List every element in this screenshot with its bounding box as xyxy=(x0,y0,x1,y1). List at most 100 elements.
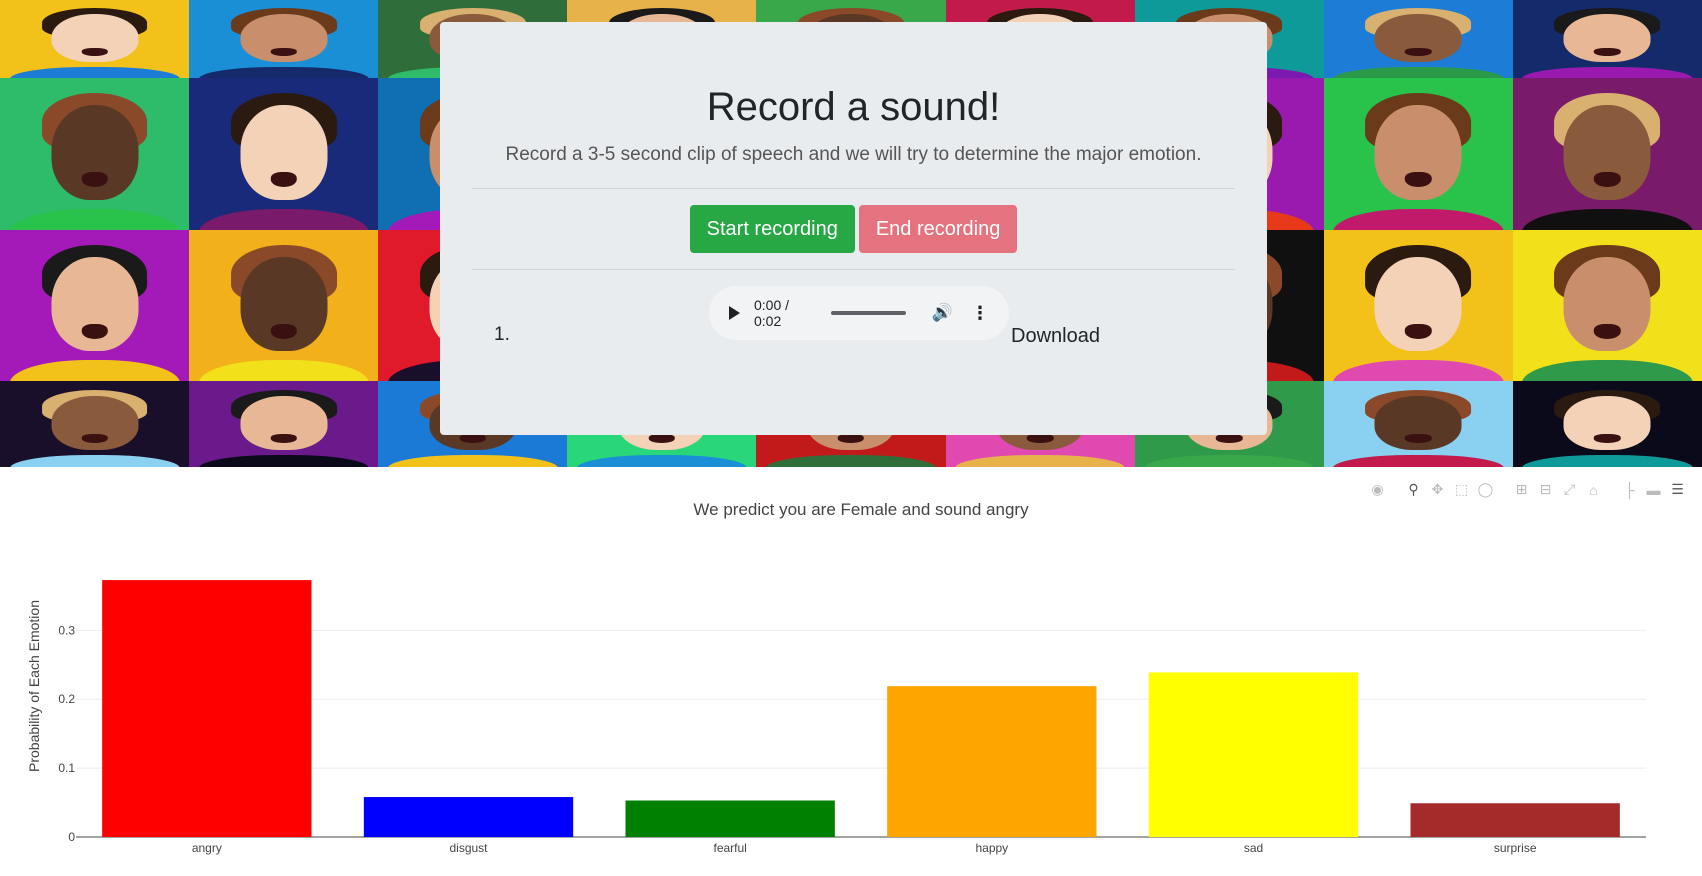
home-icon[interactable]: ⌂ xyxy=(1585,481,1602,498)
photo-mouth xyxy=(1594,434,1621,443)
pan-icon[interactable]: ✥ xyxy=(1429,481,1446,498)
photo-shoulders xyxy=(198,208,369,230)
photo-mouth xyxy=(81,48,108,57)
recording-controls: Start recording End recording xyxy=(472,205,1235,253)
bar-sad[interactable] xyxy=(1148,672,1359,837)
mosaic-photo xyxy=(1323,381,1513,467)
photo-shoulders xyxy=(387,454,558,467)
x-tick-labels: angry disgust fearful happy sad surprise xyxy=(192,841,1537,855)
y-tick-label: 0.3 xyxy=(58,623,75,637)
photo-shoulders xyxy=(9,208,180,230)
photo-mouth xyxy=(837,434,865,443)
bars xyxy=(102,580,1620,837)
x-tick-label-disgust: disgust xyxy=(449,841,488,855)
x-tick-label-surprise: surprise xyxy=(1494,841,1537,855)
photo-shoulders xyxy=(1144,454,1315,467)
download-link[interactable]: Download xyxy=(1011,325,1100,348)
photo-mouth xyxy=(1405,48,1432,57)
photo-shoulders xyxy=(198,359,369,381)
volume-icon[interactable]: 🔊 xyxy=(932,303,953,323)
y-tick-label: 0 xyxy=(68,830,75,844)
y-axis-label: Probability of Each Emotion xyxy=(26,600,42,772)
bar-surprise[interactable] xyxy=(1410,803,1620,837)
mosaic-photo xyxy=(1512,78,1702,230)
photo-shoulders xyxy=(1333,67,1504,78)
photo-mouth xyxy=(270,434,297,443)
recordings-list: 1. 0:00 / 0:02 🔊 ⋮ Download xyxy=(472,270,1235,350)
x-tick-label-sad: sad xyxy=(1244,841,1263,855)
bar-chart: We predict you are Female and sound angr… xyxy=(26,500,1646,855)
mosaic-photo xyxy=(189,0,379,78)
audio-player[interactable]: 0:00 / 0:02 🔊 ⋮ xyxy=(709,286,1009,340)
mosaic-photo xyxy=(189,78,379,230)
mosaic-photo xyxy=(1323,78,1513,230)
start-recording-button[interactable]: Start recording xyxy=(689,205,855,253)
photo-mouth xyxy=(459,434,486,443)
photo-mouth xyxy=(270,48,297,57)
hover-compare-icon[interactable]: ☰ xyxy=(1669,481,1686,498)
photo-shoulders xyxy=(1333,359,1504,381)
bar-disgust[interactable] xyxy=(363,797,574,837)
mosaic-photo xyxy=(0,230,190,381)
photo-shoulders xyxy=(576,454,747,467)
hover-closest-icon[interactable]: ▬ xyxy=(1645,481,1662,498)
y-tick-label: 0.2 xyxy=(58,692,75,706)
zoom-in-icon[interactable]: ⊞ xyxy=(1513,481,1530,498)
spike-lines-icon[interactable]: ├ xyxy=(1621,481,1638,498)
chart-modebar: ◉ ⚲ ✥ ⬚ ◯ ⊞ ⊟ ⤢ ⌂ ├ ▬ ☰ xyxy=(1369,481,1686,498)
play-icon[interactable] xyxy=(729,306,740,320)
y-tick-label: 0.1 xyxy=(58,761,75,775)
x-tick-label-happy: happy xyxy=(975,841,1008,855)
photo-shoulders xyxy=(198,454,369,467)
bar-angry[interactable] xyxy=(102,580,312,837)
bar-happy[interactable] xyxy=(887,686,1097,837)
x-tick-label-fearful: fearful xyxy=(713,841,746,855)
y-tick-labels: 0 0.1 0.2 0.3 xyxy=(58,623,75,844)
camera-icon[interactable]: ◉ xyxy=(1369,481,1386,498)
photo-mouth xyxy=(1594,48,1621,57)
mosaic-photo xyxy=(1512,0,1702,78)
mosaic-photo xyxy=(0,381,190,467)
autoscale-icon[interactable]: ⤢ xyxy=(1561,481,1578,498)
mosaic-photo xyxy=(1512,381,1702,467)
photo-mouth xyxy=(1026,434,1054,443)
bar-fearful[interactable] xyxy=(625,800,835,837)
chart-title: We predict you are Female and sound angr… xyxy=(693,500,1029,519)
photo-shoulders xyxy=(1333,208,1504,230)
zoom-out-icon[interactable]: ⊟ xyxy=(1537,481,1554,498)
photo-shoulders xyxy=(9,67,180,78)
photo-mouth xyxy=(81,434,108,443)
photo-shoulders xyxy=(765,454,937,467)
photo-mouth xyxy=(1215,434,1243,443)
record-card: Record a sound! Record a 3-5 second clip… xyxy=(440,22,1267,435)
mosaic-photo xyxy=(189,381,379,467)
photo-shoulders xyxy=(1522,208,1693,230)
mosaic-photo xyxy=(189,230,379,381)
end-recording-button[interactable]: End recording xyxy=(858,205,1018,253)
x-tick-label-angry: angry xyxy=(192,841,222,855)
photo-shoulders xyxy=(1522,454,1693,467)
player-time: 0:00 / 0:02 xyxy=(754,297,790,329)
photo-shoulders xyxy=(1522,67,1693,78)
seek-slider[interactable] xyxy=(831,311,906,315)
photo-mouth xyxy=(1405,434,1432,443)
lasso-icon[interactable]: ◯ xyxy=(1477,481,1494,498)
photo-shoulders xyxy=(9,359,180,381)
mosaic-photo xyxy=(1512,230,1702,381)
mosaic-photo xyxy=(0,78,190,230)
instructions-text: Record a 3-5 second clip of speech and w… xyxy=(505,144,1202,165)
zoom-icon[interactable]: ⚲ xyxy=(1405,481,1422,498)
more-options-icon[interactable]: ⋮ xyxy=(971,303,989,324)
box-select-icon[interactable]: ⬚ xyxy=(1453,481,1470,498)
divider xyxy=(472,188,1235,189)
mosaic-photo xyxy=(0,0,190,78)
photo-shoulders xyxy=(9,454,180,467)
photo-shoulders xyxy=(955,454,1126,467)
page-title: Record a sound! xyxy=(706,85,1001,129)
photo-shoulders xyxy=(1522,359,1693,381)
recording-index: 1. xyxy=(494,324,510,345)
mosaic-photo xyxy=(1323,230,1513,381)
mosaic-photo xyxy=(1323,0,1513,78)
emotion-chart: ◉ ⚲ ✥ ⬚ ◯ ⊞ ⊟ ⤢ ⌂ ├ ▬ ☰ We predict you a… xyxy=(0,467,1702,876)
photo-mouth xyxy=(648,434,676,443)
